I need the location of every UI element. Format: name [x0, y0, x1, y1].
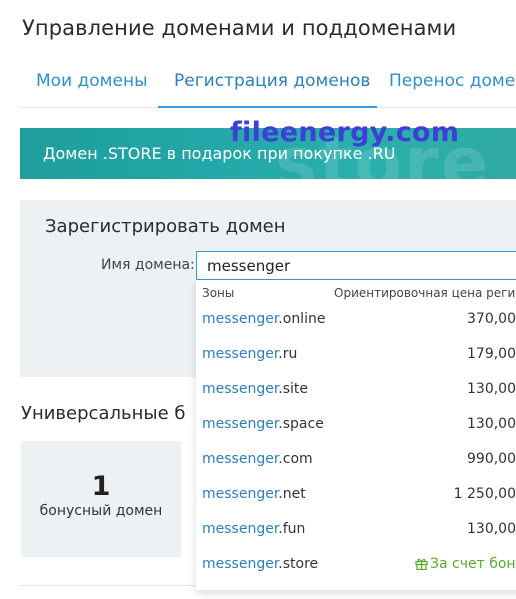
gift-icon [415, 558, 428, 570]
watermark: fileenergy.com [230, 117, 460, 148]
suggestion-item[interactable]: messenger.fun 130,00 [196, 511, 516, 546]
suggestion-price: 1 250,00 [453, 486, 516, 502]
active-tab-indicator [158, 106, 377, 108]
suggestion-domain: messenger.online [202, 311, 326, 327]
bonus-domain-card: 1 бонусный домен [21, 441, 181, 557]
suggestion-domain: messenger.site [202, 381, 309, 397]
suggestion-price: 130,00 [467, 416, 516, 432]
zones-column-header: Зоны [202, 286, 235, 300]
suggestion-item[interactable]: messenger.com 990,00 [196, 441, 516, 476]
universal-bonuses-title: Универсальные б [21, 403, 186, 424]
suggestion-price: 130,00 [467, 521, 516, 537]
domain-suggestions-dropdown: Зоны Ориентировочная цена регист messeng… [196, 280, 516, 590]
suggestion-item[interactable]: messenger.online 370,00 [196, 301, 516, 336]
suggestion-item[interactable]: messenger.ru 179,00 [196, 336, 516, 371]
tabs-bar: Мои домены Регистрация доменов Перенос д… [20, 62, 516, 108]
suggestion-domain: messenger.store [202, 556, 319, 572]
suggestion-item-bonus[interactable]: messenger.store За счет бону [196, 546, 516, 581]
suggestion-item[interactable]: messenger.site 130,00 [196, 371, 516, 406]
register-title: Зарегистрировать домен [45, 216, 286, 237]
bonus-count: 1 [91, 471, 111, 502]
suggestion-price: 179,00 [467, 346, 516, 362]
suggestion-item[interactable]: messenger.space 130,00 [196, 406, 516, 441]
tab-domain-transfer[interactable]: Перенос доме [389, 71, 515, 91]
bonus-payment-label: За счет бону [415, 556, 516, 572]
page-title: Управление доменами и поддоменами [22, 16, 457, 40]
suggestion-price: 370,00 [467, 311, 516, 327]
bonus-label: бонусный домен [39, 503, 163, 519]
suggestion-price: 990,00 [467, 451, 516, 467]
suggestion-domain: messenger.net [202, 486, 306, 502]
tab-my-domains[interactable]: Мои домены [36, 71, 148, 91]
suggestion-price: 130,00 [467, 381, 516, 397]
suggestion-domain: messenger.space [202, 416, 324, 432]
suggestion-domain: messenger.fun [202, 521, 306, 537]
domain-name-input[interactable] [196, 251, 516, 280]
tab-domain-registration[interactable]: Регистрация доменов [174, 71, 370, 91]
domain-name-label: Имя домена: [101, 257, 195, 273]
suggestion-item[interactable]: messenger.net 1 250,00 [196, 476, 516, 511]
suggestion-domain: messenger.ru [202, 346, 298, 362]
price-column-header: Ориентировочная цена регист [334, 286, 516, 300]
suggestion-domain: messenger.com [202, 451, 313, 467]
